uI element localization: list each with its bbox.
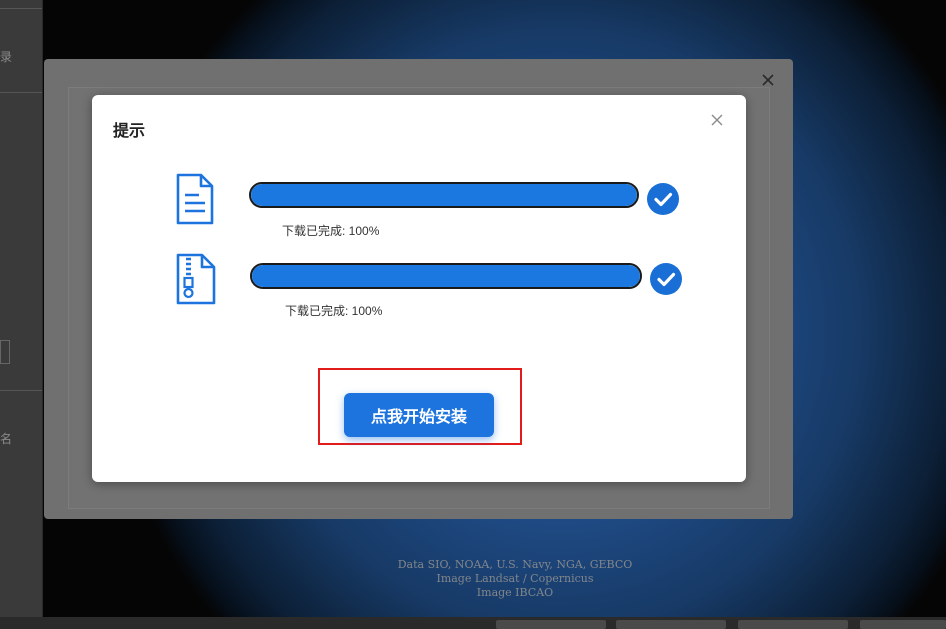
left-panel-divider (0, 390, 42, 391)
left-panel-box (0, 340, 10, 364)
left-panel-fragment: 名 (0, 432, 13, 446)
close-icon[interactable] (710, 113, 728, 131)
attribution-line: Image Landsat / Copernicus (436, 572, 594, 585)
map-attribution: Data SIO, NOAA, U.S. Navy, NGA, GEBCO Im… (340, 558, 690, 600)
bottom-bar-segment (616, 620, 726, 629)
underlying-close-icon[interactable] (760, 73, 776, 89)
attribution-line: Image IBCAO (476, 586, 554, 599)
check-circle-icon (647, 183, 679, 215)
start-install-button[interactable]: 点我开始安装 (344, 393, 494, 437)
document-icon (175, 173, 215, 225)
background-left-panel: 录 名 (0, 0, 43, 629)
download-progress-bar (249, 182, 639, 208)
left-panel-divider (0, 8, 42, 9)
bottom-bar-segment (738, 620, 848, 629)
zip-file-icon (175, 253, 216, 305)
download-status-text: 下载已完成: 100% (282, 224, 380, 238)
dialog-title: 提示 (113, 123, 146, 140)
attribution-line: Data SIO, NOAA, U.S. Navy, NGA, GEBCO (397, 558, 633, 571)
left-panel-divider (0, 92, 42, 93)
progress-bar-fill (252, 265, 640, 287)
check-circle-icon (650, 263, 682, 295)
bottom-bar-segment (496, 620, 606, 629)
background-bottom-bar (0, 617, 946, 629)
left-panel-fragment: 录 (0, 50, 13, 64)
extract-status-text: 下载已完成: 100% (285, 304, 383, 318)
extract-progress-bar (250, 263, 642, 289)
progress-bar-fill (251, 184, 637, 206)
bottom-bar-segment (860, 620, 946, 629)
